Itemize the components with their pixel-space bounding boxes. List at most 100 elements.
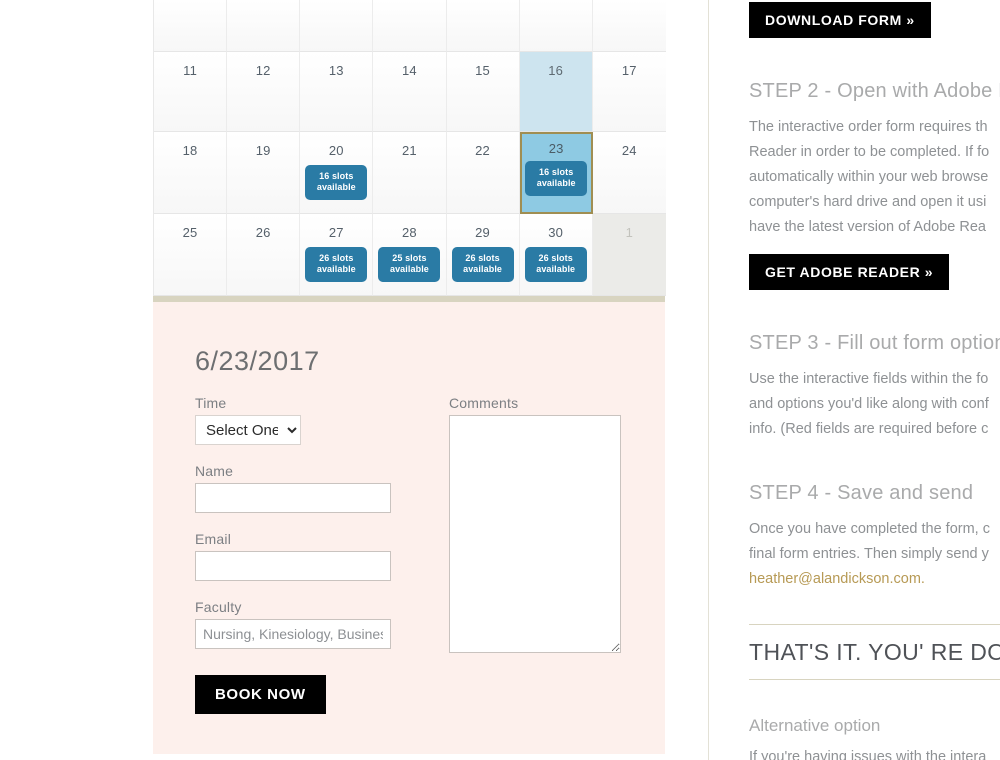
- form-right-column: Comments: [449, 395, 621, 714]
- slots-available-badge[interactable]: 26 slots available: [451, 247, 514, 282]
- availability-calendar[interactable]: 11 12 13 14 15 16 17 18 19 20 16 slots available 21…: [153, 0, 666, 296]
- email-input[interactable]: [195, 551, 391, 581]
- done-title: THAT'S IT. YOU' RE DONE.: [749, 639, 1000, 665]
- day-number: 15: [475, 63, 490, 78]
- step-3-body: Use the interactive fields within the fo…: [749, 367, 1000, 442]
- day-number: 12: [255, 63, 271, 78]
- done-block: THAT'S IT. YOU' RE DONE.: [749, 624, 1000, 680]
- get-adobe-reader-button[interactable]: GET ADOBE READER »: [749, 254, 950, 290]
- calendar-week-row: 11 12 13 14 15 16 17: [154, 52, 666, 132]
- slots-available-badge[interactable]: 26 slots available: [305, 247, 368, 282]
- calendar-day-28[interactable]: 28 25 slots available: [373, 214, 447, 296]
- step-3-line: Use the interactive fields within the fo: [749, 371, 989, 387]
- step-3-line: and options you'd like along with conf: [749, 396, 989, 412]
- day-number: 30: [548, 225, 564, 240]
- calendar-day-empty: [300, 0, 374, 52]
- calendar-day-30[interactable]: 30 26 slots available: [519, 214, 593, 296]
- calendar-day-empty: [154, 0, 228, 52]
- calendar-week-row: 18 19 20 16 slots available 21 22 23 16 slots a…: [154, 132, 666, 214]
- slots-available-badge[interactable]: 16 slots available: [305, 165, 368, 200]
- calendar-day-13[interactable]: 13: [300, 52, 374, 132]
- calendar-week-row: [154, 0, 666, 52]
- calendar-day-29[interactable]: 29 26 slots available: [446, 214, 520, 296]
- time-field-group: Time Select One: [195, 395, 391, 445]
- column-divider: [708, 0, 709, 760]
- calendar-day-empty: [592, 0, 666, 52]
- calendar-day-18[interactable]: 18: [154, 132, 228, 214]
- form-left-column: Time Select One Name Email Faculty Nursi…: [195, 395, 391, 714]
- faculty-input[interactable]: [195, 619, 391, 649]
- calendar-day-empty: [519, 0, 593, 52]
- time-select[interactable]: Select One: [195, 415, 301, 445]
- name-label: Name: [195, 463, 234, 479]
- step-3-title: STEP 3 - Fill out form options: [749, 332, 1000, 354]
- done-rule-bottom: [749, 679, 1000, 680]
- step-4-title: STEP 4 - Save and send: [749, 482, 974, 504]
- calendar-day-25[interactable]: 25: [154, 214, 228, 296]
- slots-available-badge[interactable]: 16 slots available: [525, 161, 588, 196]
- calendar-day-11[interactable]: 11: [154, 52, 228, 132]
- day-number: 1: [625, 225, 634, 240]
- form-columns: Time Select One Name Email Faculty Nursi…: [195, 395, 623, 714]
- step-2-line: computer's hard drive and open it usi: [749, 194, 987, 210]
- calendar-day-27[interactable]: 27 26 slots available: [300, 214, 374, 296]
- step-2-line: have the latest version of Adobe Rea: [749, 219, 986, 235]
- contact-email-link[interactable]: heather@alandickson.com.: [749, 571, 925, 587]
- time-label: Time: [195, 395, 227, 411]
- calendar-day-15[interactable]: 15: [446, 52, 520, 132]
- calendar-week-row: 25 26 27 26 slots available 28 25 slots avail…: [154, 214, 666, 296]
- calendar-day-14[interactable]: 14: [373, 52, 447, 132]
- day-number: 25: [182, 225, 198, 240]
- name-field-group: Name: [195, 463, 391, 513]
- day-number: 23: [548, 141, 564, 156]
- calendar-day-1[interactable]: 1: [592, 214, 666, 296]
- day-number: 26: [255, 225, 271, 240]
- step-3-line: info. (Red fields are required before c: [749, 421, 989, 437]
- calendar-day-22[interactable]: 22: [446, 132, 520, 214]
- day-number: 19: [255, 143, 271, 158]
- comments-label: Comments: [449, 395, 519, 411]
- calendar-day-26[interactable]: 26: [227, 214, 301, 296]
- day-number: 21: [402, 143, 417, 158]
- calendar-day-21[interactable]: 21: [373, 132, 447, 214]
- download-form-wrap: DOWNLOAD FORM »: [749, 0, 1000, 38]
- steps-sidebar: DOWNLOAD FORM » STEP 2 - Open with Adobe…: [749, 0, 1000, 760]
- step-4-line: final form entries. Then simply send y: [749, 546, 989, 562]
- step-4-email[interactable]: heather@alandickson.com.: [749, 567, 1000, 592]
- selected-date-heading: 6/23/2017: [195, 346, 320, 376]
- day-number: 13: [328, 63, 344, 78]
- step-2-title: STEP 2 - Open with Adobe Reader: [749, 80, 1000, 102]
- alternative-line: If you're having issues with the intera: [749, 749, 987, 760]
- book-now-button[interactable]: BOOK NOW: [195, 675, 326, 714]
- step-2-line: Reader in order to be completed. If fo: [749, 144, 990, 160]
- day-number: 18: [182, 143, 198, 158]
- calendar-day-16[interactable]: 16: [519, 52, 593, 132]
- calendar-day-19[interactable]: 19: [227, 132, 301, 214]
- slots-available-badge[interactable]: 26 slots available: [524, 247, 587, 282]
- page-root: 11 12 13 14 15 16 17 18 19 20 16 slots available 21…: [0, 0, 1000, 760]
- calendar-day-23[interactable]: 23 16 slots available: [519, 132, 593, 214]
- day-number: 14: [402, 63, 417, 78]
- day-number: 28: [402, 225, 417, 240]
- name-input[interactable]: [195, 483, 391, 513]
- download-form-button[interactable]: DOWNLOAD FORM »: [749, 2, 931, 38]
- day-number: 29: [475, 225, 490, 240]
- comments-textarea[interactable]: [449, 415, 621, 653]
- calendar-day-empty: [446, 0, 520, 52]
- day-number: 24: [621, 143, 637, 158]
- day-number: 11: [183, 63, 198, 78]
- step-3-block: STEP 3 - Fill out form options Use the i…: [749, 332, 1000, 442]
- step-2-block: STEP 2 - Open with Adobe Reader The inte…: [749, 80, 1000, 290]
- email-field-group: Email: [195, 531, 391, 581]
- calendar-day-empty: [227, 0, 301, 52]
- step-4-line: Once you have completed the form, c: [749, 521, 990, 537]
- faculty-field-group: Faculty: [195, 599, 391, 649]
- alternative-title: Alternative option: [749, 716, 881, 735]
- calendar-day-17[interactable]: 17: [592, 52, 666, 132]
- calendar-day-12[interactable]: 12: [227, 52, 301, 132]
- calendar-day-24[interactable]: 24: [592, 132, 666, 214]
- calendar-day-empty: [373, 0, 447, 52]
- calendar-day-20[interactable]: 20 16 slots available: [300, 132, 374, 214]
- slots-available-badge[interactable]: 25 slots available: [378, 247, 441, 282]
- faculty-label: Faculty: [195, 599, 242, 615]
